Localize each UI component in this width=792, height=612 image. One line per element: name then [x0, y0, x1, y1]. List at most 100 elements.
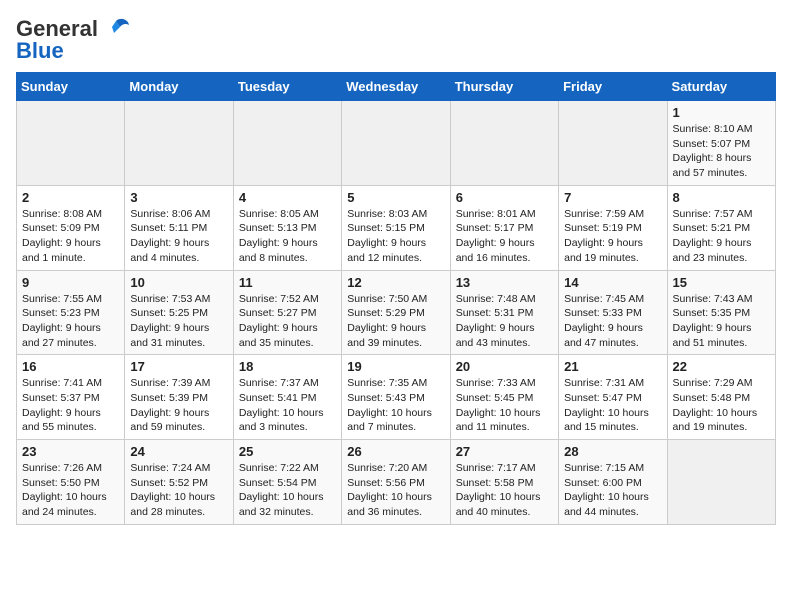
day-number: 11 [239, 275, 336, 290]
col-header-sunday: Sunday [17, 73, 125, 101]
col-header-monday: Monday [125, 73, 233, 101]
table-row: 4 Sunrise: 8:05 AM Sunset: 5:13 PM Daylig… [233, 185, 341, 270]
table-row: 2 Sunrise: 8:08 AM Sunset: 5:09 PM Daylig… [17, 185, 125, 270]
col-header-friday: Friday [559, 73, 667, 101]
logo-bird-icon [102, 17, 130, 41]
table-row: 18 Sunrise: 7:37 AM Sunset: 5:41 PM Dayli… [233, 355, 341, 440]
calendar-table: SundayMondayTuesdayWednesdayThursdayFrid… [16, 72, 776, 525]
table-row [559, 101, 667, 186]
table-row: 21 Sunrise: 7:31 AM Sunset: 5:47 PM Dayli… [559, 355, 667, 440]
day-number: 19 [347, 359, 444, 374]
day-number: 10 [130, 275, 227, 290]
day-info: Sunrise: 7:50 AM Sunset: 5:29 PM Dayligh… [347, 292, 444, 351]
col-header-tuesday: Tuesday [233, 73, 341, 101]
day-number: 22 [673, 359, 770, 374]
day-info: Sunrise: 7:53 AM Sunset: 5:25 PM Dayligh… [130, 292, 227, 351]
table-row: 12 Sunrise: 7:50 AM Sunset: 5:29 PM Dayli… [342, 270, 450, 355]
table-row: 15 Sunrise: 7:43 AM Sunset: 5:35 PM Dayli… [667, 270, 775, 355]
table-row: 5 Sunrise: 8:03 AM Sunset: 5:15 PM Daylig… [342, 185, 450, 270]
table-row: 22 Sunrise: 7:29 AM Sunset: 5:48 PM Dayli… [667, 355, 775, 440]
day-info: Sunrise: 7:24 AM Sunset: 5:52 PM Dayligh… [130, 461, 227, 520]
day-number: 3 [130, 190, 227, 205]
day-number: 8 [673, 190, 770, 205]
day-info: Sunrise: 7:48 AM Sunset: 5:31 PM Dayligh… [456, 292, 553, 351]
table-row: 8 Sunrise: 7:57 AM Sunset: 5:21 PM Daylig… [667, 185, 775, 270]
day-info: Sunrise: 7:43 AM Sunset: 5:35 PM Dayligh… [673, 292, 770, 351]
day-info: Sunrise: 7:35 AM Sunset: 5:43 PM Dayligh… [347, 376, 444, 435]
table-row: 28 Sunrise: 7:15 AM Sunset: 6:00 PM Dayli… [559, 440, 667, 525]
day-info: Sunrise: 7:55 AM Sunset: 5:23 PM Dayligh… [22, 292, 119, 351]
day-number: 1 [673, 105, 770, 120]
day-number: 6 [456, 190, 553, 205]
day-info: Sunrise: 7:37 AM Sunset: 5:41 PM Dayligh… [239, 376, 336, 435]
day-number: 18 [239, 359, 336, 374]
table-row: 26 Sunrise: 7:20 AM Sunset: 5:56 PM Dayli… [342, 440, 450, 525]
day-info: Sunrise: 8:03 AM Sunset: 5:15 PM Dayligh… [347, 207, 444, 266]
day-number: 25 [239, 444, 336, 459]
col-header-thursday: Thursday [450, 73, 558, 101]
table-row [125, 101, 233, 186]
table-row: 10 Sunrise: 7:53 AM Sunset: 5:25 PM Dayli… [125, 270, 233, 355]
day-info: Sunrise: 7:59 AM Sunset: 5:19 PM Dayligh… [564, 207, 661, 266]
day-info: Sunrise: 8:05 AM Sunset: 5:13 PM Dayligh… [239, 207, 336, 266]
day-number: 7 [564, 190, 661, 205]
table-row: 3 Sunrise: 8:06 AM Sunset: 5:11 PM Daylig… [125, 185, 233, 270]
day-number: 23 [22, 444, 119, 459]
table-row: 19 Sunrise: 7:35 AM Sunset: 5:43 PM Dayli… [342, 355, 450, 440]
day-info: Sunrise: 8:01 AM Sunset: 5:17 PM Dayligh… [456, 207, 553, 266]
day-info: Sunrise: 7:15 AM Sunset: 6:00 PM Dayligh… [564, 461, 661, 520]
table-row [450, 101, 558, 186]
table-row: 11 Sunrise: 7:52 AM Sunset: 5:27 PM Dayli… [233, 270, 341, 355]
day-number: 24 [130, 444, 227, 459]
table-row: 24 Sunrise: 7:24 AM Sunset: 5:52 PM Dayli… [125, 440, 233, 525]
day-number: 14 [564, 275, 661, 290]
table-row: 20 Sunrise: 7:33 AM Sunset: 5:45 PM Dayli… [450, 355, 558, 440]
table-row: 25Sunrise: 7:22 AM Sunset: 5:54 PM Dayli… [233, 440, 341, 525]
table-row: 14 Sunrise: 7:45 AM Sunset: 5:33 PM Dayli… [559, 270, 667, 355]
table-row [233, 101, 341, 186]
day-number: 15 [673, 275, 770, 290]
day-info: Sunrise: 7:52 AM Sunset: 5:27 PM Dayligh… [239, 292, 336, 351]
table-row: 27 Sunrise: 7:17 AM Sunset: 5:58 PM Dayli… [450, 440, 558, 525]
day-info: Sunrise: 7:41 AM Sunset: 5:37 PM Dayligh… [22, 376, 119, 435]
table-row: 9 Sunrise: 7:55 AM Sunset: 5:23 PM Daylig… [17, 270, 125, 355]
logo: General Blue [16, 16, 130, 64]
table-row: 16Sunrise: 7:41 AM Sunset: 5:37 PM Dayli… [17, 355, 125, 440]
table-row [17, 101, 125, 186]
day-info: Sunrise: 7:31 AM Sunset: 5:47 PM Dayligh… [564, 376, 661, 435]
header: General Blue [16, 16, 776, 64]
day-info: Sunrise: 7:26 AM Sunset: 5:50 PM Dayligh… [22, 461, 119, 520]
day-number: 5 [347, 190, 444, 205]
day-number: 4 [239, 190, 336, 205]
table-row: 6 Sunrise: 8:01 AM Sunset: 5:17 PM Daylig… [450, 185, 558, 270]
day-number: 28 [564, 444, 661, 459]
table-row [342, 101, 450, 186]
day-info: Sunrise: 8:08 AM Sunset: 5:09 PM Dayligh… [22, 207, 119, 266]
table-row: 17Sunrise: 7:39 AM Sunset: 5:39 PM Dayli… [125, 355, 233, 440]
day-info: Sunrise: 7:39 AM Sunset: 5:39 PM Dayligh… [130, 376, 227, 435]
day-number: 26 [347, 444, 444, 459]
day-info: Sunrise: 7:57 AM Sunset: 5:21 PM Dayligh… [673, 207, 770, 266]
table-row [667, 440, 775, 525]
table-row: 13 Sunrise: 7:48 AM Sunset: 5:31 PM Dayli… [450, 270, 558, 355]
day-number: 12 [347, 275, 444, 290]
day-number: 27 [456, 444, 553, 459]
day-info: Sunrise: 7:45 AM Sunset: 5:33 PM Dayligh… [564, 292, 661, 351]
day-number: 2 [22, 190, 119, 205]
col-header-wednesday: Wednesday [342, 73, 450, 101]
logo-blue: Blue [16, 38, 64, 64]
day-number: 9 [22, 275, 119, 290]
col-header-saturday: Saturday [667, 73, 775, 101]
day-info: Sunrise: 7:33 AM Sunset: 5:45 PM Dayligh… [456, 376, 553, 435]
day-info: Sunrise: 7:17 AM Sunset: 5:58 PM Dayligh… [456, 461, 553, 520]
day-number: 13 [456, 275, 553, 290]
day-info: Sunrise: 8:10 AM Sunset: 5:07 PM Dayligh… [673, 122, 770, 181]
table-row: 1 Sunrise: 8:10 AM Sunset: 5:07 PM Daylig… [667, 101, 775, 186]
day-number: 21 [564, 359, 661, 374]
day-info: Sunrise: 7:20 AM Sunset: 5:56 PM Dayligh… [347, 461, 444, 520]
day-number: 20 [456, 359, 553, 374]
day-info: Sunrise: 7:29 AM Sunset: 5:48 PM Dayligh… [673, 376, 770, 435]
day-info: Sunrise: 8:06 AM Sunset: 5:11 PM Dayligh… [130, 207, 227, 266]
table-row: 7 Sunrise: 7:59 AM Sunset: 5:19 PM Daylig… [559, 185, 667, 270]
table-row: 23 Sunrise: 7:26 AM Sunset: 5:50 PM Dayli… [17, 440, 125, 525]
